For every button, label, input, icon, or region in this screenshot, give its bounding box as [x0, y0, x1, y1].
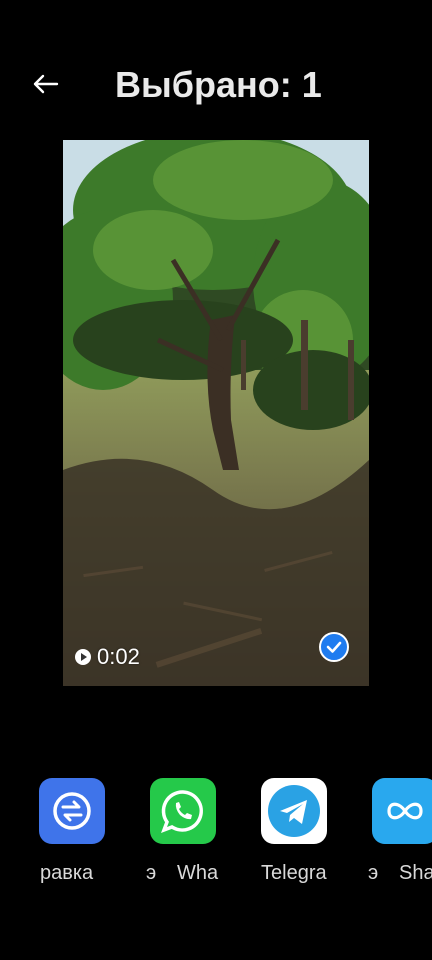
telegram-icon [261, 778, 327, 844]
orchard-photo [63, 140, 369, 686]
truncated-label-fragment: э [146, 862, 157, 884]
app-label: равка [40, 862, 94, 884]
play-icon [75, 649, 91, 665]
back-arrow-icon [33, 74, 59, 94]
share-app-swap[interactable]: равка [39, 778, 105, 884]
whatsapp-icon [150, 778, 216, 844]
app-label: Wha [177, 862, 219, 884]
duration-text: 0:02 [97, 644, 140, 669]
selection-checkbox[interactable] [319, 632, 349, 662]
video-thumbnail[interactable]: 0:02 [63, 140, 369, 686]
share-app-telegram[interactable]: Telegra [261, 778, 327, 884]
back-button[interactable] [30, 68, 62, 100]
share-app-share[interactable]: Sha [372, 778, 432, 884]
share-app-whatsapp[interactable]: Wha [150, 778, 218, 884]
swap-icon [39, 778, 105, 844]
infinity-icon [372, 778, 432, 844]
page-title: Выбрано: 1 [115, 64, 322, 105]
truncated-label-fragment: э [368, 862, 379, 884]
app-label: Telegra [261, 862, 327, 884]
app-label: Sha [399, 862, 432, 884]
checkmark-icon [326, 641, 342, 653]
video-duration: 0:02 [73, 644, 140, 670]
